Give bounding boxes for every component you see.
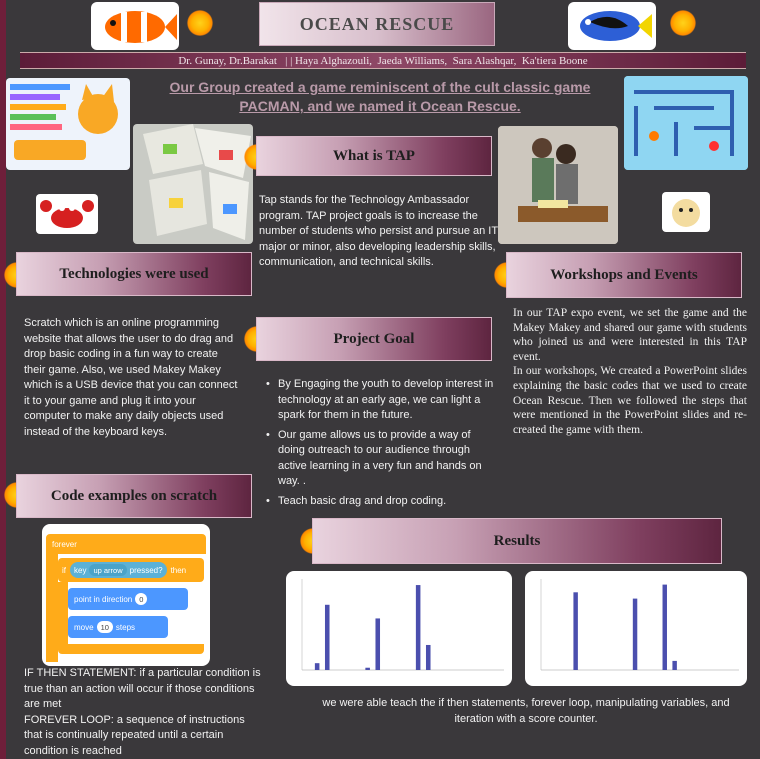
direction-value: 0 [135,593,148,605]
results-caption: we were able teach the if then statement… [322,697,730,725]
if-block: if key up arrow pressed? then [58,558,204,582]
authors-bar: Dr. Gunay, Dr.Barakat | | Haya Alghazoul… [20,52,746,69]
if-then-note: IF THEN STATEMENT: if a particular condi… [24,667,261,710]
scratch-logo-image [6,78,130,170]
scratch-cat-icon [10,84,118,160]
forever-block: forever [46,534,206,554]
goal-item: Teach basic drag and drop coding. [266,494,496,510]
point-direction-block: point in direction 0 [68,588,188,610]
intro-text: Our Group created a game reminiscent of … [169,79,591,114]
results-chart-2 [525,571,747,686]
scratch-code-image: forever if key up arrow pressed? then po… [42,524,210,666]
code-notes: IF THEN STATEMENT: if a particular condi… [24,666,264,759]
chart-bar [314,663,320,670]
forever-loop-note: FOREVER LOOP: a sequence of instructions… [24,713,245,757]
results-chart-1 [286,571,512,686]
pufferfish-image [662,192,710,232]
if-block-arm [58,582,68,646]
goal-item: Our game allows us to provide a way of d… [266,428,496,490]
technologies-heading: Technologies were used [16,252,252,296]
chart-bar [365,667,370,670]
students-icon [498,126,618,244]
blue-fish-icon [580,11,652,41]
chart-bar [324,604,330,670]
workshop-photo [498,126,618,244]
chart-bar [415,585,421,670]
blue-tang-image [568,2,656,50]
chart-bar [672,660,677,670]
game-screenshot-image [624,76,748,170]
makey-board-image [133,124,253,244]
clownfish-icon [105,11,177,43]
workshops-paragraph-2: In our workshops, We created a PowerPoin… [513,365,747,436]
technologies-text: Scratch which is an online programming w… [24,317,238,438]
forever-block-arm [46,554,58,662]
chart-bar [662,584,667,670]
move-value: 10 [96,621,113,633]
chart-bar [632,598,638,670]
bar-chart-1 [301,579,504,671]
bar-chart-2 [540,579,739,671]
key-dropdown: up arrow [89,564,127,576]
pufferfish-icon [672,199,700,227]
workshops-heading: Workshops and Events [506,252,742,298]
poster-title: OCEAN RESCUE [259,2,495,46]
move-steps-block: move 10 steps [68,616,168,638]
chart-bar [425,644,431,670]
project-goal-heading: Project Goal [256,317,492,361]
workshops-text: In our TAP expo event, we set the game a… [513,306,747,437]
clownfish-image [91,2,179,50]
what-is-tap-text: Tap stands for the Technology Ambassador… [259,194,498,268]
crab-icon [40,200,94,228]
game-board-icon [143,124,251,240]
sun-icon [670,10,696,36]
goal-item: By Engaging the youth to develop interes… [266,377,496,424]
project-goal-list: By Engaging the youth to develop interes… [266,377,496,513]
sun-icon [187,10,213,36]
chart-bar [573,592,578,670]
what-is-tap-heading: What is TAP [256,136,492,176]
if-block-end [58,644,204,654]
crab-image [36,194,98,234]
code-examples-heading: Code examples on scratch [16,474,252,518]
workshops-paragraph-1: In our TAP expo event, we set the game a… [513,307,747,363]
results-heading: Results [312,518,722,564]
chart-bar [375,618,381,670]
key-pressed-sensor: key up arrow pressed? [70,562,167,578]
maze-icon [624,76,748,170]
